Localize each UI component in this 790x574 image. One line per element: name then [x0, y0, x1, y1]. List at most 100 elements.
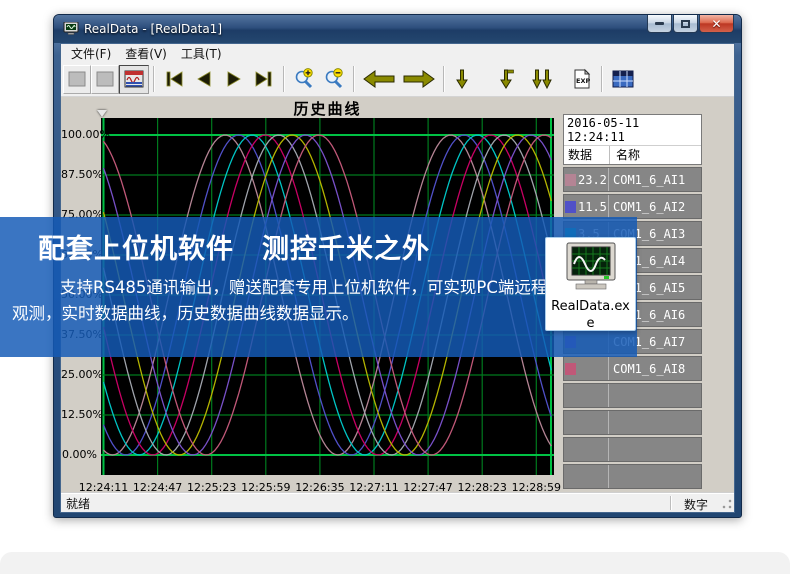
data-grid-button[interactable] — [607, 65, 639, 94]
minimize-button[interactable] — [647, 15, 672, 33]
table-header: 数据 名称 — [564, 145, 701, 164]
table-row[interactable] — [563, 410, 702, 435]
toolbar-separator — [443, 66, 445, 92]
zoom-out-button[interactable] — [319, 65, 349, 94]
table-row[interactable] — [563, 437, 702, 462]
name-cell: COM1_6_AI8 — [609, 362, 701, 376]
titlebar[interactable]: RealData - [RealData1] ✕ — [54, 15, 741, 43]
menu-tools[interactable]: 工具(T) — [174, 44, 229, 63]
pan-right-icon — [402, 68, 436, 90]
status-message: 就绪 — [61, 495, 90, 512]
realtime-view-button[interactable] — [119, 65, 149, 94]
app-logo-icon — [63, 22, 79, 36]
x-tick-label: 12:25:59 — [239, 481, 293, 493]
last-record-icon — [253, 68, 275, 90]
close-button[interactable]: ✕ — [699, 15, 734, 33]
pan-left-button[interactable] — [359, 65, 399, 94]
timestamp: 2016-05-11 12:24:11 — [564, 115, 701, 145]
y-tick-label: 0.00% — [61, 448, 97, 461]
value-cell: 23.2 — [564, 168, 609, 191]
down-arrow-button[interactable] — [449, 65, 475, 94]
export-button[interactable]: EXP — [567, 65, 597, 94]
series-color-swatch — [565, 201, 576, 213]
series-color-swatch — [565, 174, 576, 186]
toolbar-separator — [153, 66, 155, 92]
cursor-marker-icon[interactable] — [97, 110, 107, 117]
last-record-button[interactable] — [249, 65, 279, 94]
promo-banner: 配套上位机软件 测控千米之外 支持RS485通讯输出，赠送配套专用上位机软件，可… — [0, 217, 637, 357]
table-row[interactable]: 23.2COM1_6_AI1 — [563, 167, 702, 192]
first-record-icon — [163, 68, 185, 90]
table-row[interactable]: 11.5COM1_6_AI2 — [563, 194, 702, 219]
x-tick-label: 12:28:23 — [455, 481, 509, 493]
value-cell — [564, 411, 609, 434]
down-step-icon — [496, 68, 516, 90]
x-tick-label: 12:25:23 — [185, 481, 239, 493]
pan-left-icon — [362, 68, 396, 90]
blank-square-icon — [95, 69, 115, 89]
column-header-name: 名称 — [610, 146, 701, 164]
table-row[interactable] — [563, 464, 702, 489]
value-cell — [564, 384, 609, 407]
banner-title: 配套上位机软件 测控千米之外 — [38, 227, 430, 266]
restore-icon — [681, 20, 690, 28]
down-step-button[interactable] — [493, 65, 519, 94]
column-header-data: 数据 — [564, 146, 610, 164]
zoom-in-icon — [293, 68, 315, 90]
x-tick-label: 12:27:47 — [401, 481, 455, 493]
realdata-exe-card[interactable]: RealData.exe — [545, 237, 636, 331]
first-record-button[interactable] — [159, 65, 189, 94]
value-cell — [564, 357, 609, 380]
x-tick-label: 12:26:35 — [293, 481, 347, 493]
previous-record-button[interactable] — [189, 65, 219, 94]
next-record-icon — [223, 68, 245, 90]
channel-value: 23.2 — [578, 173, 607, 187]
svg-text:EXP: EXP — [576, 77, 590, 85]
x-tick-label: 12:28:59 — [509, 481, 563, 493]
x-tick-label: 12:24:11 — [77, 481, 131, 493]
export-icon: EXP — [571, 68, 593, 90]
zoom-in-button[interactable] — [289, 65, 319, 94]
menu-view[interactable]: 查看(V) — [118, 44, 174, 63]
series-color-swatch — [565, 363, 576, 375]
next-record-button[interactable] — [219, 65, 249, 94]
panel-header: 2016-05-11 12:24:11 数据 名称 — [563, 114, 702, 165]
previous-record-icon — [193, 68, 215, 90]
y-tick-label: 100.00% — [61, 128, 97, 141]
status-separator — [670, 496, 672, 510]
table-row[interactable] — [563, 383, 702, 408]
chart-title: 历史曲线 — [101, 98, 554, 119]
page: RealData - [RealData1] ✕ 文件(F) 查看(V) 工具(… — [0, 0, 790, 574]
close-icon: ✕ — [711, 18, 721, 30]
zoom-out-icon — [323, 68, 345, 90]
desktop-icon-label: RealData.exe — [550, 298, 632, 332]
double-down-arrow-icon — [530, 68, 554, 90]
status-num-indicator: 数字 — [684, 496, 708, 513]
pan-right-button[interactable] — [399, 65, 439, 94]
channel-value: 11.5 — [578, 200, 607, 214]
table-row[interactable]: COM1_6_AI8 — [563, 356, 702, 381]
window-title: RealData - [RealData1] — [84, 22, 222, 36]
window-controls: ✕ — [647, 15, 734, 33]
y-tick-label: 12.50% — [61, 408, 97, 421]
menu-file[interactable]: 文件(F) — [64, 44, 118, 63]
name-cell: COM1_6_AI2 — [609, 200, 701, 214]
value-cell: 11.5 — [564, 195, 609, 218]
blank-button-2[interactable] — [91, 65, 119, 94]
x-tick-label: 12:27:11 — [347, 481, 401, 493]
realdata-monitor-icon — [562, 242, 620, 294]
resize-grip[interactable] — [720, 498, 733, 511]
blank-square-icon — [67, 69, 87, 89]
value-cell — [564, 438, 609, 461]
y-tick-label: 87.50% — [61, 168, 97, 181]
blank-button-1[interactable] — [63, 65, 91, 94]
toolbar-separator — [353, 66, 355, 92]
statusbar: 就绪 数字 — [61, 493, 734, 512]
toolbar: EXP — [61, 62, 734, 97]
page-footer-strip — [0, 552, 790, 574]
double-down-button[interactable] — [527, 65, 557, 94]
data-grid-icon — [611, 68, 635, 90]
menubar: 文件(F) 查看(V) 工具(T) — [61, 44, 734, 62]
restore-button[interactable] — [673, 15, 698, 33]
minimize-icon — [655, 22, 664, 25]
